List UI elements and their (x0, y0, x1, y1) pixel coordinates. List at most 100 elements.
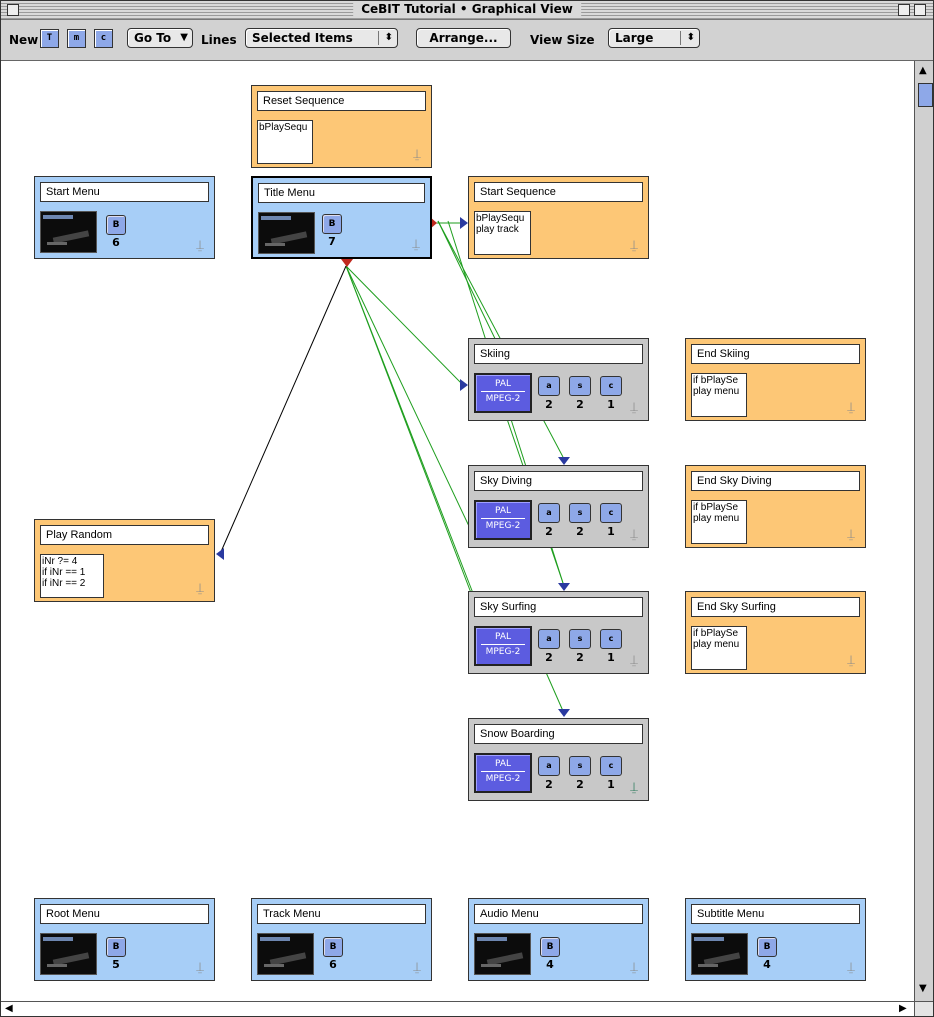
node-label[interactable]: Track Menu (257, 904, 426, 924)
subtitle-stream-icon[interactable]: s (569, 756, 591, 776)
chapter-stream-icon[interactable]: c (600, 629, 622, 649)
node-sky-diving[interactable]: Sky Diving PAL MPEG-2 a s c 2 2 1 ⍊ (468, 465, 649, 548)
menu-thumbnail (258, 212, 315, 254)
menu-thumbnail (40, 211, 97, 253)
zoom-box-icon[interactable] (898, 4, 910, 16)
goto-popup[interactable]: Go To ▼ (127, 28, 193, 48)
vertical-scrollbar[interactable]: ▲ ▼ (914, 61, 933, 1001)
node-label[interactable]: End Sky Surfing (691, 597, 860, 617)
arrow-startseq (460, 217, 468, 229)
node-label[interactable]: Subtitle Menu (691, 904, 860, 924)
subtitle-stream-icon[interactable]: s (569, 629, 591, 649)
pin-icon[interactable]: ⍊ (628, 527, 640, 543)
scroll-left-arrow-icon[interactable]: ◀ (5, 1003, 13, 1014)
arrange-button[interactable]: Arrange... (416, 28, 511, 48)
node-play-random[interactable]: Play Random iNr ?= 4 if iNr == 1 if iNr … (34, 519, 215, 602)
audio-stream-icon[interactable]: a (538, 503, 560, 523)
video-stream-button[interactable]: PAL MPEG-2 (474, 373, 532, 413)
pin-icon[interactable]: ⍊ (628, 238, 640, 254)
node-label[interactable]: Title Menu (258, 183, 425, 203)
node-label[interactable]: Skiing (474, 344, 643, 364)
node-title-menu[interactable]: Title Menu B 7 ⍊ (251, 176, 432, 259)
node-end-sky-surfing[interactable]: End Sky Surfing if bPlaySe play menu ⍊ (685, 591, 866, 674)
video-stream-button[interactable]: PAL MPEG-2 (474, 500, 532, 540)
view-size-popup[interactable]: Large ⬍ (608, 28, 700, 48)
port-title-bottom (341, 259, 353, 267)
pin-icon[interactable]: ⍊ (410, 237, 422, 253)
scroll-right-arrow-icon[interactable]: ▶ (899, 1003, 907, 1014)
video-stream-button[interactable]: PAL MPEG-2 (474, 626, 532, 666)
node-sky-surfing[interactable]: Sky Surfing PAL MPEG-2 a s c 2 2 1 ⍊ (468, 591, 649, 674)
node-start-sequence[interactable]: Start Sequence bPlaySequ play track ⍊ (468, 176, 649, 259)
node-label[interactable]: Reset Sequence (257, 91, 426, 111)
node-end-skiing[interactable]: End Skiing if bPlaySe play menu ⍊ (685, 338, 866, 421)
button-icon[interactable]: B (322, 214, 342, 234)
node-subtitle-menu[interactable]: Subtitle Menu B 4 ⍊ (685, 898, 866, 981)
resize-grip-icon[interactable] (914, 1001, 933, 1016)
button-icon[interactable]: B (323, 937, 343, 957)
node-label[interactable]: End Skiing (691, 344, 860, 364)
title-bar[interactable]: CeBIT Tutorial • Graphical View (1, 1, 933, 20)
button-icon[interactable]: B (757, 937, 777, 957)
button-icon[interactable]: B (106, 215, 126, 235)
chapter-stream-icon[interactable]: c (600, 503, 622, 523)
chapter-stream-icon[interactable]: c (600, 376, 622, 396)
audio-stream-icon[interactable]: a (538, 629, 560, 649)
new-menu-button[interactable]: m (67, 29, 86, 48)
collapse-box-icon[interactable] (914, 4, 926, 16)
node-label[interactable]: Play Random (40, 525, 209, 545)
subtitle-stream-icon[interactable]: s (569, 376, 591, 396)
pin-icon[interactable]: ⍊ (194, 581, 206, 597)
node-end-sky-diving[interactable]: End Sky Diving if bPlaySe play menu ⍊ (685, 465, 866, 548)
node-label[interactable]: Start Sequence (474, 182, 643, 202)
pin-icon[interactable]: ⍊ (194, 238, 206, 254)
pin-icon[interactable]: ⍊ (845, 400, 857, 416)
button-icon[interactable]: B (540, 937, 560, 957)
pin-icon[interactable]: ⍊ (411, 147, 423, 163)
node-skiing[interactable]: Skiing PAL MPEG-2 a s c 2 2 1 ⍊ (468, 338, 649, 421)
script-preview: if bPlaySe play menu (691, 500, 747, 544)
button-count: 4 (763, 958, 771, 971)
chapter-stream-icon[interactable]: c (600, 756, 622, 776)
goto-label: Go To (134, 31, 172, 45)
scroll-up-arrow-icon[interactable]: ▲ (919, 65, 927, 76)
node-label[interactable]: End Sky Diving (691, 471, 860, 491)
subtitle-stream-icon[interactable]: s (569, 503, 591, 523)
lines-popup[interactable]: Selected Items ⬍ (245, 28, 398, 48)
new-script-button[interactable]: c (94, 29, 113, 48)
pin-icon[interactable]: ⍊ (194, 960, 206, 976)
chapter-count: 1 (607, 398, 615, 411)
node-snow-boarding[interactable]: Snow Boarding PAL MPEG-2 a s c 2 2 1 ⍊ (468, 718, 649, 801)
node-start-menu[interactable]: Start Menu B 6 ⍊ (34, 176, 215, 259)
scroll-down-arrow-icon[interactable]: ▼ (919, 983, 927, 994)
audio-stream-icon[interactable]: a (538, 376, 560, 396)
arrow-playrandom (216, 548, 224, 560)
node-root-menu[interactable]: Root Menu B 5 ⍊ (34, 898, 215, 981)
horizontal-scrollbar[interactable]: ◀ ▶ (1, 1001, 914, 1016)
node-label[interactable]: Audio Menu (474, 904, 643, 924)
node-label[interactable]: Start Menu (40, 182, 209, 202)
script-preview: bPlaySequ (257, 120, 313, 164)
pin-icon[interactable]: ⍊ (628, 780, 640, 796)
node-label[interactable]: Snow Boarding (474, 724, 643, 744)
audio-stream-icon[interactable]: a (538, 756, 560, 776)
pin-icon[interactable]: ⍊ (628, 400, 640, 416)
node-label[interactable]: Sky Surfing (474, 597, 643, 617)
pin-icon[interactable]: ⍊ (845, 527, 857, 543)
pin-icon[interactable]: ⍊ (411, 960, 423, 976)
node-label[interactable]: Sky Diving (474, 471, 643, 491)
node-reset-sequence[interactable]: Reset Sequence bPlaySequ ⍊ (251, 85, 432, 168)
pin-icon[interactable]: ⍊ (628, 653, 640, 669)
pin-icon[interactable]: ⍊ (845, 960, 857, 976)
close-box-icon[interactable] (7, 4, 19, 16)
vertical-scroll-thumb[interactable] (918, 83, 933, 107)
node-audio-menu[interactable]: Audio Menu B 4 ⍊ (468, 898, 649, 981)
node-track-menu[interactable]: Track Menu B 6 ⍊ (251, 898, 432, 981)
pin-icon[interactable]: ⍊ (628, 960, 640, 976)
node-label[interactable]: Root Menu (40, 904, 209, 924)
pin-icon[interactable]: ⍊ (845, 653, 857, 669)
graph-canvas[interactable]: Reset Sequence bPlaySequ ⍊ Start Menu B … (1, 61, 914, 1001)
video-stream-button[interactable]: PAL MPEG-2 (474, 753, 532, 793)
button-icon[interactable]: B (106, 937, 126, 957)
new-track-button[interactable]: T (40, 29, 59, 48)
